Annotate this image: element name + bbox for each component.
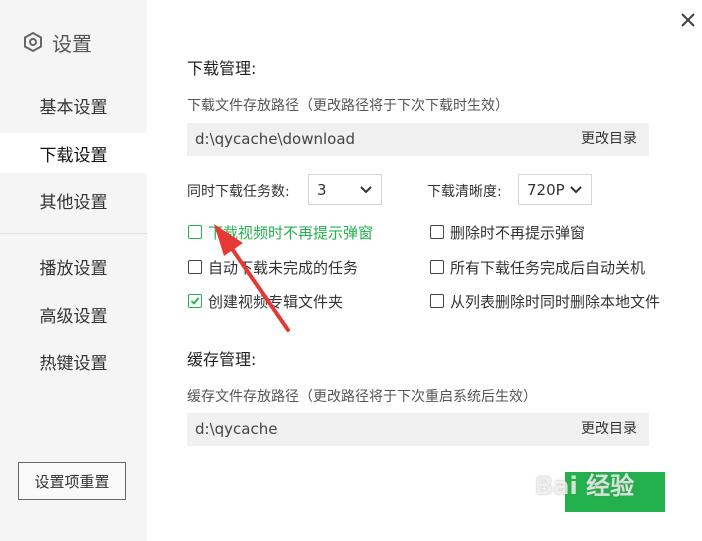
download-path-value: d:\qycache\download bbox=[195, 130, 356, 148]
checkbox-label: 下载视频时不再提示弹窗 bbox=[208, 223, 374, 242]
download-quality-value: 720P bbox=[527, 180, 565, 199]
checkbox-label: 自动下载未完成的任务 bbox=[208, 258, 359, 277]
sidebar-item-basic[interactable]: 基本设置 bbox=[0, 85, 147, 125]
sidebar: 设置 基本设置 下载设置 其他设置 播放设置 高级设置 热键设置 设置项重置 bbox=[0, 0, 147, 541]
download-path-hint: 下载文件存放路径（更改路径将于下次下载时生效） bbox=[187, 98, 509, 114]
gear-icon bbox=[24, 31, 42, 53]
sidebar-item-playback[interactable]: 播放设置 bbox=[0, 246, 147, 286]
sidebar-divider bbox=[0, 233, 147, 234]
close-icon[interactable] bbox=[676, 8, 700, 32]
download-change-dir-button[interactable]: 更改目录 bbox=[581, 123, 637, 156]
cache-change-dir-button[interactable]: 更改目录 bbox=[581, 413, 637, 446]
cache-section-title: 缓存管理: bbox=[187, 350, 257, 369]
checkbox-label: 从列表删除时同时删除本地文件 bbox=[450, 292, 661, 311]
sidebar-item-other[interactable]: 其他设置 bbox=[0, 180, 147, 220]
concurrent-tasks-select[interactable]: 3 bbox=[308, 174, 382, 205]
cache-path-box: d:\qycache 更改目录 bbox=[187, 413, 649, 446]
cache-path-value: d:\qycache bbox=[195, 420, 278, 438]
save-button[interactable] bbox=[565, 472, 665, 512]
settings-title: 设置 bbox=[22, 28, 92, 56]
create-album-folder-checkbox[interactable]: 创建视频专辑文件夹 bbox=[188, 290, 343, 312]
download-section-title: 下载管理: bbox=[187, 59, 257, 78]
checkbox-box bbox=[430, 260, 444, 274]
delete-local-files-checkbox[interactable]: 从列表删除时同时删除本地文件 bbox=[430, 290, 660, 312]
concurrent-tasks-value: 3 bbox=[317, 180, 327, 199]
checkbox-box bbox=[188, 294, 202, 308]
checkbox-box bbox=[430, 225, 444, 239]
chevron-down-icon bbox=[360, 185, 372, 193]
checkbox-box bbox=[430, 294, 444, 308]
checkbox-label: 所有下载任务完成后自动关机 bbox=[450, 258, 646, 277]
sidebar-item-advanced[interactable]: 高级设置 bbox=[0, 294, 147, 334]
reset-settings-button[interactable]: 设置项重置 bbox=[18, 462, 126, 500]
checkbox-box bbox=[188, 225, 202, 239]
shutdown-after-downloads-checkbox[interactable]: 所有下载任务完成后自动关机 bbox=[430, 256, 645, 278]
concurrent-tasks-label: 同时下载任务数: bbox=[187, 184, 290, 200]
no-popup-on-delete-checkbox[interactable]: 删除时不再提示弹窗 bbox=[430, 221, 585, 243]
checkbox-label: 创建视频专辑文件夹 bbox=[208, 292, 344, 311]
checkbox-box bbox=[188, 260, 202, 274]
sidebar-item-hotkey[interactable]: 热键设置 bbox=[0, 341, 147, 381]
auto-download-unfinished-checkbox[interactable]: 自动下载未完成的任务 bbox=[188, 256, 358, 278]
no-popup-on-download-checkbox[interactable]: 下载视频时不再提示弹窗 bbox=[188, 221, 373, 243]
download-quality-select[interactable]: 720P bbox=[518, 174, 592, 205]
settings-title-text: 设置 bbox=[52, 31, 92, 56]
checkmark-icon bbox=[190, 297, 200, 305]
cache-path-hint: 缓存文件存放路径（更改路径将于下次重启系统后生效） bbox=[187, 389, 537, 405]
checkbox-label: 删除时不再提示弹窗 bbox=[450, 223, 586, 242]
download-quality-label: 下载清晰度: bbox=[427, 184, 502, 200]
sidebar-item-download[interactable]: 下载设置 bbox=[0, 133, 147, 173]
chevron-down-icon bbox=[570, 185, 582, 193]
download-path-box: d:\qycache\download 更改目录 bbox=[187, 123, 649, 156]
